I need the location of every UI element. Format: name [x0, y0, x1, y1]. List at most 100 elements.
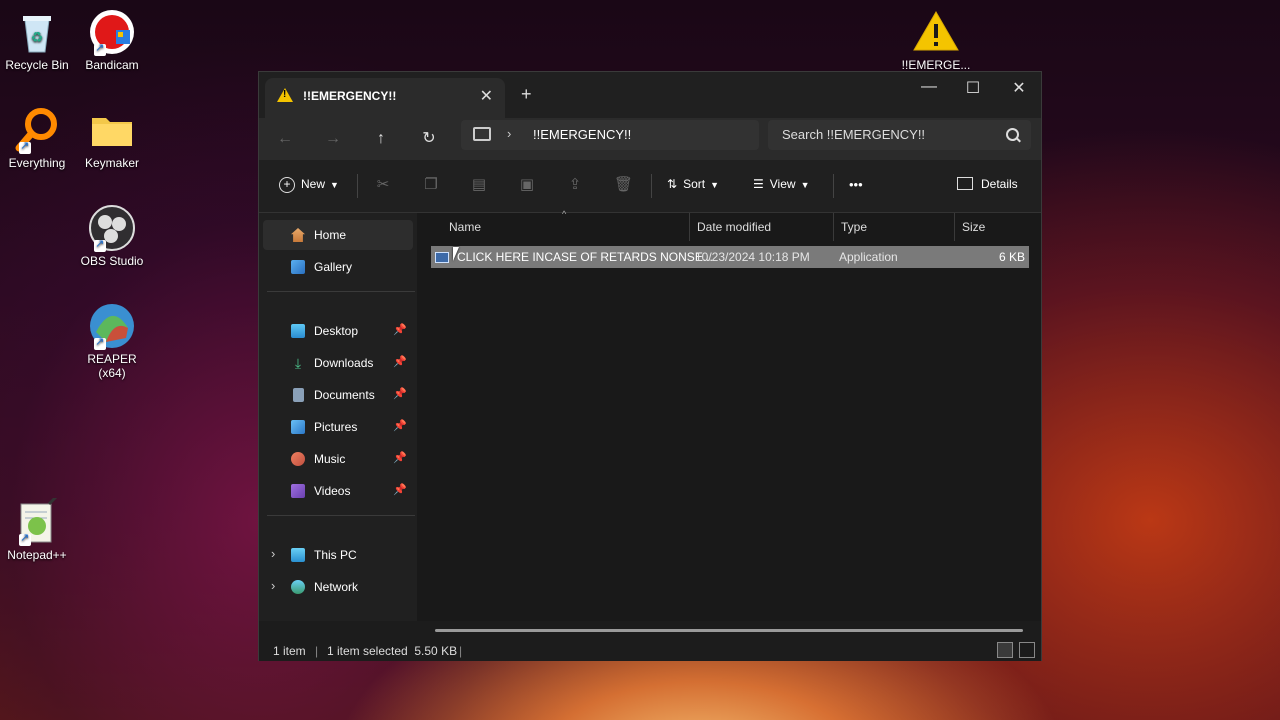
status-item-count: 1 item [273, 644, 306, 658]
obs-icon [88, 204, 136, 252]
forward-button[interactable]: → [319, 126, 347, 152]
cut-icon[interactable]: ✂ [374, 176, 392, 194]
navigation-pane: Home Gallery Desktop 📌 ⤓ Downloads 📌 Doc… [259, 213, 417, 621]
bandicam-icon [88, 8, 136, 56]
desktop-icon-bandicam[interactable]: Bandicam [72, 8, 152, 72]
navigation-bar: ← → ↑ ↻ › !!EMERGENCY!! Search !!EMERGEN… [259, 118, 1041, 160]
sidebar-item-music[interactable]: Music 📌 [263, 444, 413, 474]
search-input[interactable]: Search !!EMERGENCY!! [768, 120, 1031, 150]
sidebar-item-network[interactable]: › Network [263, 572, 413, 602]
file-explorer-window: !!EMERGENCY!! ✕ + — ☐ ✕ ← → ↑ ↻ › !!EMER… [258, 71, 1042, 661]
new-button[interactable]: + New ▼ [279, 177, 339, 193]
pin-icon: 📌 [393, 356, 407, 368]
status-divider: | [315, 644, 319, 658]
tab-close-icon[interactable]: ✕ [480, 86, 493, 106]
more-options-button[interactable]: ••• [849, 177, 863, 192]
shortcut-arrow-icon [19, 139, 31, 154]
delete-icon[interactable]: 🗑 [614, 176, 633, 194]
file-size: 6 KB [998, 250, 1025, 264]
desktop-icon-label: REAPER (x64) [87, 352, 137, 380]
sidebar-item-downloads[interactable]: ⤓ Downloads 📌 [263, 348, 413, 378]
breadcrumb-current[interactable]: !!EMERGENCY!! [533, 127, 631, 142]
sidebar-item-home[interactable]: Home [263, 220, 413, 250]
desktop-icon-label: Bandicam [85, 58, 139, 72]
sidebar-item-label: Network [314, 580, 359, 594]
recycle-bin-icon: ♻ [13, 8, 61, 56]
column-header-type[interactable]: Type [831, 213, 951, 241]
network-icon [291, 580, 305, 594]
sidebar-item-desktop[interactable]: Desktop 📌 [263, 316, 413, 346]
file-row[interactable]: CLICK HERE INCASE OF RETARDS NONSE... 10… [431, 246, 1029, 268]
status-divider: | [459, 644, 463, 658]
breadcrumb-chevron-icon[interactable]: › [507, 126, 511, 141]
back-button[interactable]: ← [271, 126, 299, 152]
rename-icon[interactable]: ▣ [518, 176, 536, 194]
home-icon [291, 228, 305, 242]
sidebar-item-label: Home [314, 228, 347, 242]
minimize-button[interactable]: — [909, 78, 949, 96]
status-bar: 1 item | 1 item selected 5.50 KB | [259, 639, 1041, 661]
desktop-icon-label: Everything [8, 156, 66, 170]
sidebar-item-label: Music [314, 452, 346, 466]
computer-icon [291, 548, 305, 562]
chevron-right-icon[interactable]: › [271, 546, 275, 561]
column-header-label: Size [962, 220, 986, 234]
copy-icon[interactable]: ❐ [422, 176, 440, 194]
sidebar-item-label: This PC [314, 548, 357, 562]
new-tab-button[interactable]: + [521, 84, 532, 105]
desktop-icon-label: Recycle Bin [5, 58, 69, 72]
sidebar-item-documents[interactable]: Documents 📌 [263, 380, 413, 410]
tiles-view-button[interactable] [1019, 642, 1035, 658]
address-bar[interactable]: › !!EMERGENCY!! [461, 120, 759, 150]
status-selection: 1 item selected 5.50 KB [327, 644, 458, 658]
sidebar-item-this-pc[interactable]: › This PC [263, 540, 413, 570]
command-bar: + New ▼ ✂ ❐ ▤ ▣ ⇪ 🗑 ⇅ Sort ▼ ☰ View ▼ ••• Deta… [259, 160, 1041, 213]
chevron-right-icon[interactable]: › [271, 578, 275, 593]
column-header-size[interactable]: Size [952, 213, 1032, 241]
close-button[interactable]: ✕ [999, 78, 1039, 98]
sidebar-item-videos[interactable]: Videos 📌 [263, 476, 413, 506]
column-header-date[interactable]: Date modified [687, 213, 831, 241]
file-type: Application [839, 250, 898, 264]
desktop-icon-everything[interactable]: Everything [0, 106, 77, 170]
folder-icon [88, 106, 136, 154]
column-header-label: Name [449, 220, 482, 234]
pin-icon: 📌 [393, 324, 407, 336]
details-view-button[interactable] [997, 642, 1013, 658]
column-header-name[interactable]: Name [439, 213, 689, 241]
details-pane-button[interactable]: Details [957, 177, 1018, 191]
desktop-icon-label: Notepad++ [7, 548, 67, 562]
tab-emergency[interactable]: !!EMERGENCY!! ✕ [265, 78, 505, 118]
sort-button[interactable]: ⇅ Sort ▼ [667, 177, 719, 191]
pin-icon: 📌 [393, 484, 407, 496]
up-button[interactable]: ↑ [367, 126, 395, 152]
sidebar-item-label: Downloads [314, 356, 374, 370]
maximize-button[interactable]: ☐ [953, 78, 993, 98]
chevron-down-icon: ▼ [800, 180, 810, 190]
toolbar-divider [357, 174, 358, 198]
horizontal-scrollbar[interactable] [435, 629, 1023, 632]
desktop-icon-obs[interactable]: OBS Studio [72, 204, 152, 268]
search-icon [1006, 128, 1019, 141]
paste-icon[interactable]: ▤ [470, 176, 488, 194]
desktop-icon-recycle-bin[interactable]: ♻ Recycle Bin [0, 8, 77, 72]
desktop-icon-reaper[interactable]: REAPER (x64) [72, 302, 152, 380]
desktop-icon-label: OBS Studio [80, 254, 144, 268]
sidebar-item-pictures[interactable]: Pictures 📌 [263, 412, 413, 442]
desktop-icon-notepadpp[interactable]: Notepad++ [0, 494, 77, 562]
refresh-button[interactable]: ↻ [415, 126, 443, 152]
sidebar-item-gallery[interactable]: Gallery [263, 252, 413, 282]
shortcut-arrow-icon [19, 531, 31, 546]
application-icon [435, 252, 449, 263]
toolbar-divider [833, 174, 834, 198]
details-pane-icon [957, 177, 973, 190]
view-button-label: View [769, 177, 796, 191]
sidebar-item-label: Videos [314, 484, 351, 498]
tab-title: !!EMERGENCY!! [303, 89, 397, 103]
desktop-icon-keymaker[interactable]: Keymaker [72, 106, 152, 170]
desktop-icon-emergency[interactable]: !!EMERGE... [896, 8, 976, 72]
warning-icon [277, 88, 293, 102]
sort-button-label: Sort [683, 177, 706, 191]
share-icon[interactable]: ⇪ [566, 176, 584, 194]
view-button[interactable]: ☰ View ▼ [753, 177, 809, 191]
